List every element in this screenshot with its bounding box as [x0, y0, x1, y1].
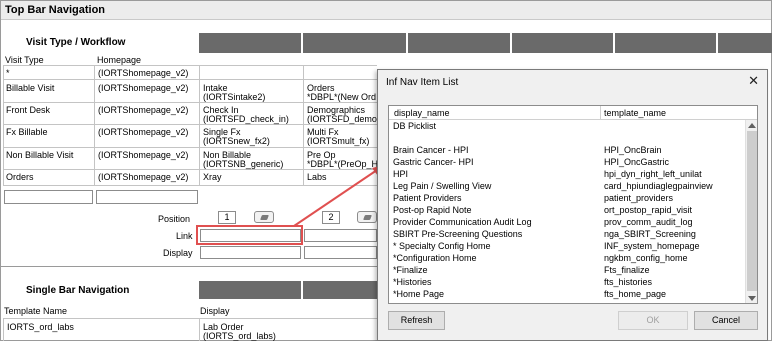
visit-type-cell[interactable]: Orders [6, 172, 34, 182]
position-label: Position [158, 214, 191, 224]
list-item[interactable] [389, 132, 744, 144]
list-item[interactable]: *Finalize Fts_finalize [389, 264, 744, 276]
list-item[interactable]: Post-op Rapid Note ort_postop_rapid_visit [389, 204, 744, 216]
list-item[interactable]: Gastric Cancer- HPI HPI_OncGastric [389, 156, 744, 168]
col-display: Display [200, 306, 230, 316]
single-columns-header [199, 281, 377, 299]
scroll-up-icon[interactable] [748, 123, 756, 128]
link-label: Link [176, 231, 193, 241]
link-input-2[interactable] [304, 229, 377, 242]
homepage-cell[interactable]: (IORTShomepage_v2) [98, 105, 188, 115]
visit-type-cell[interactable]: Front Desk [6, 105, 50, 115]
nav-item-template: (IORTSFD_check_in) [203, 114, 289, 124]
visit-type-cell[interactable]: Non Billable Visit [6, 150, 73, 160]
list-item[interactable]: SBIRT Pre-Screening Questions nga_SBIRT_S… [389, 228, 744, 240]
dialog-title: Inf Nav Item List [386, 77, 459, 88]
nav-item-template: *DBPL*(New Ord [307, 92, 377, 102]
visit-type-cell[interactable]: * [6, 68, 10, 78]
visit-type-cell[interactable]: Billable Visit [6, 83, 54, 93]
list-item[interactable]: DB Picklist [389, 120, 744, 132]
scroll-thumb[interactable] [747, 131, 757, 291]
homepage-cell[interactable]: (IORTShomepage_v2) [98, 150, 188, 160]
homepage-cell[interactable]: (IORTShomepage_v2) [98, 83, 188, 93]
nav-item-template: (IORTSnew_fx2) [203, 136, 270, 146]
scroll-down-icon[interactable] [748, 296, 756, 301]
link-highlight-box [196, 225, 303, 245]
nav-item-template: (IORTSNB_generic) [203, 159, 284, 169]
list-scrollbar[interactable] [745, 120, 757, 303]
list-item[interactable]: Patient Providers patient_providers [389, 192, 744, 204]
col-template-name: Template Name [4, 306, 68, 316]
nav-item-template: (IORTSmult_fx) [307, 136, 370, 146]
single-section-title: Single Bar Navigation [26, 285, 130, 296]
homepage-cell[interactable]: (IORTShomepage_v2) [98, 127, 188, 137]
inf-nav-item-list-dialog: Inf Nav Item List ✕ display_name templat… [377, 69, 768, 341]
col-template-name[interactable]: template_name [604, 108, 666, 118]
list-item[interactable]: * Specialty Config Home INF_system_homepa… [389, 240, 744, 252]
homepage-cell[interactable]: (IORTShomepage_v2) [98, 172, 188, 182]
nav-item-template: (IORTSFD_demog [307, 114, 382, 124]
display-input-2[interactable] [304, 246, 377, 259]
annotation-arrow [293, 165, 384, 227]
nav-item-cell[interactable]: Xray [203, 172, 222, 182]
display-input-1[interactable] [200, 246, 301, 259]
top-bar-navigation-header: Top Bar Navigation [1, 1, 771, 20]
visit-type-cell[interactable]: Fx Billable [6, 127, 48, 137]
visit-section-title: Visit Type / Workflow [26, 37, 126, 48]
list-item[interactable]: *Histories fts_histories [389, 276, 744, 288]
homepage-input[interactable] [96, 190, 198, 204]
col-homepage: Homepage [97, 55, 142, 65]
display-template: (IORTS_ord_labs) [203, 331, 276, 341]
refresh-button[interactable]: Refresh [388, 311, 445, 330]
visit-type-input[interactable] [4, 190, 93, 204]
edit-position-1-button[interactable] [254, 211, 274, 223]
homepage-cell[interactable]: (IORTShomepage_v2) [98, 68, 188, 78]
template-cell[interactable]: IORTS_ord_labs [7, 322, 74, 332]
list-header: display_name template_name [389, 106, 757, 120]
ok-button[interactable]: OK [618, 311, 688, 330]
list-item[interactable]: *Home Page fts_home_page [389, 288, 744, 300]
cancel-button[interactable]: Cancel [694, 311, 758, 330]
col-visit-type: Visit Type [5, 55, 44, 65]
nav-columns-header [199, 33, 772, 53]
list-item[interactable]: Provider Communication Audit Log prov_com… [389, 216, 744, 228]
nav-item-template: (IORTSintake2) [203, 92, 266, 102]
close-icon[interactable]: ✕ [748, 74, 759, 87]
list-item[interactable]: *Configuration Home ngkbm_config_home [389, 252, 744, 264]
nav-item-list[interactable]: display_name template_name DB Picklist B… [388, 105, 758, 304]
position-1-input[interactable]: 1 [218, 211, 236, 224]
list-item[interactable]: Brain Cancer - HPI HPI_OncBrain [389, 144, 744, 156]
list-item[interactable]: Leg Pain / Swelling View card_hpiundiagle… [389, 180, 744, 192]
display-label: Display [163, 248, 193, 258]
col-display-name[interactable]: display_name [394, 108, 450, 118]
list-item[interactable]: HPI hpi_dyn_right_left_unilat [389, 168, 744, 180]
